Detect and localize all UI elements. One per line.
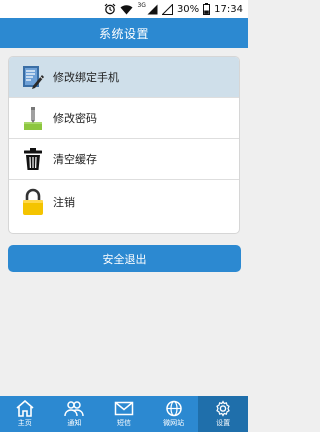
alarm-clock-icon — [104, 2, 116, 16]
signal-icon — [147, 2, 158, 16]
tab-settings[interactable]: 设置 — [198, 396, 248, 432]
tab-microsite[interactable]: 微网站 — [149, 396, 199, 432]
envelope-icon — [114, 400, 134, 417]
settings-item-change-password[interactable]: 修改密码 — [9, 98, 239, 139]
title-bar: 系统设置 — [0, 18, 248, 48]
password-pen-icon — [19, 103, 47, 133]
network-type: 3G — [137, 2, 146, 9]
battery-percent: 30% — [176, 3, 200, 15]
page-title: 系统设置 — [98, 26, 149, 41]
trash-icon — [19, 144, 47, 174]
tab-notifications[interactable]: 通知 — [50, 396, 100, 432]
home-icon — [15, 400, 35, 417]
signal-empty-icon — [161, 2, 173, 16]
people-icon — [64, 400, 85, 417]
globe-icon — [164, 400, 184, 417]
tab-label: 设置 — [216, 419, 231, 427]
settings-item-clear-cache[interactable]: 清空缓存 — [9, 139, 239, 180]
settings-item-label: 清空缓存 — [53, 153, 97, 166]
settings-item-label: 注销 — [53, 196, 75, 209]
tab-sms[interactable]: 短信 — [99, 396, 149, 432]
tab-label: 短信 — [116, 419, 131, 427]
settings-list: 修改绑定手机 修改密码 清空缓存 注销 — [8, 56, 240, 234]
settings-item-logout[interactable]: 注销 — [9, 180, 239, 224]
lock-icon — [19, 187, 47, 217]
tab-label: 主页 — [17, 419, 32, 427]
clock-time: 17:34 — [214, 3, 243, 15]
tab-label: 微网站 — [163, 419, 185, 427]
bottom-tab-bar: 主页 通知 短信 微网站 设置 — [0, 396, 248, 432]
settings-item-change-bound-phone[interactable]: 修改绑定手机 — [9, 57, 239, 98]
tab-label: 通知 — [67, 419, 82, 427]
settings-item-label: 修改绑定手机 — [53, 71, 119, 84]
gear-icon — [213, 400, 233, 417]
wifi-icon — [120, 2, 133, 16]
safe-exit-button[interactable]: 安全退出 — [8, 245, 241, 272]
phone-edit-icon — [19, 62, 47, 92]
tab-home[interactable]: 主页 — [0, 396, 50, 432]
settings-item-label: 修改密码 — [53, 112, 97, 125]
status-bar: 3G 30% 17:34 — [0, 0, 248, 18]
battery-icon — [203, 2, 211, 16]
